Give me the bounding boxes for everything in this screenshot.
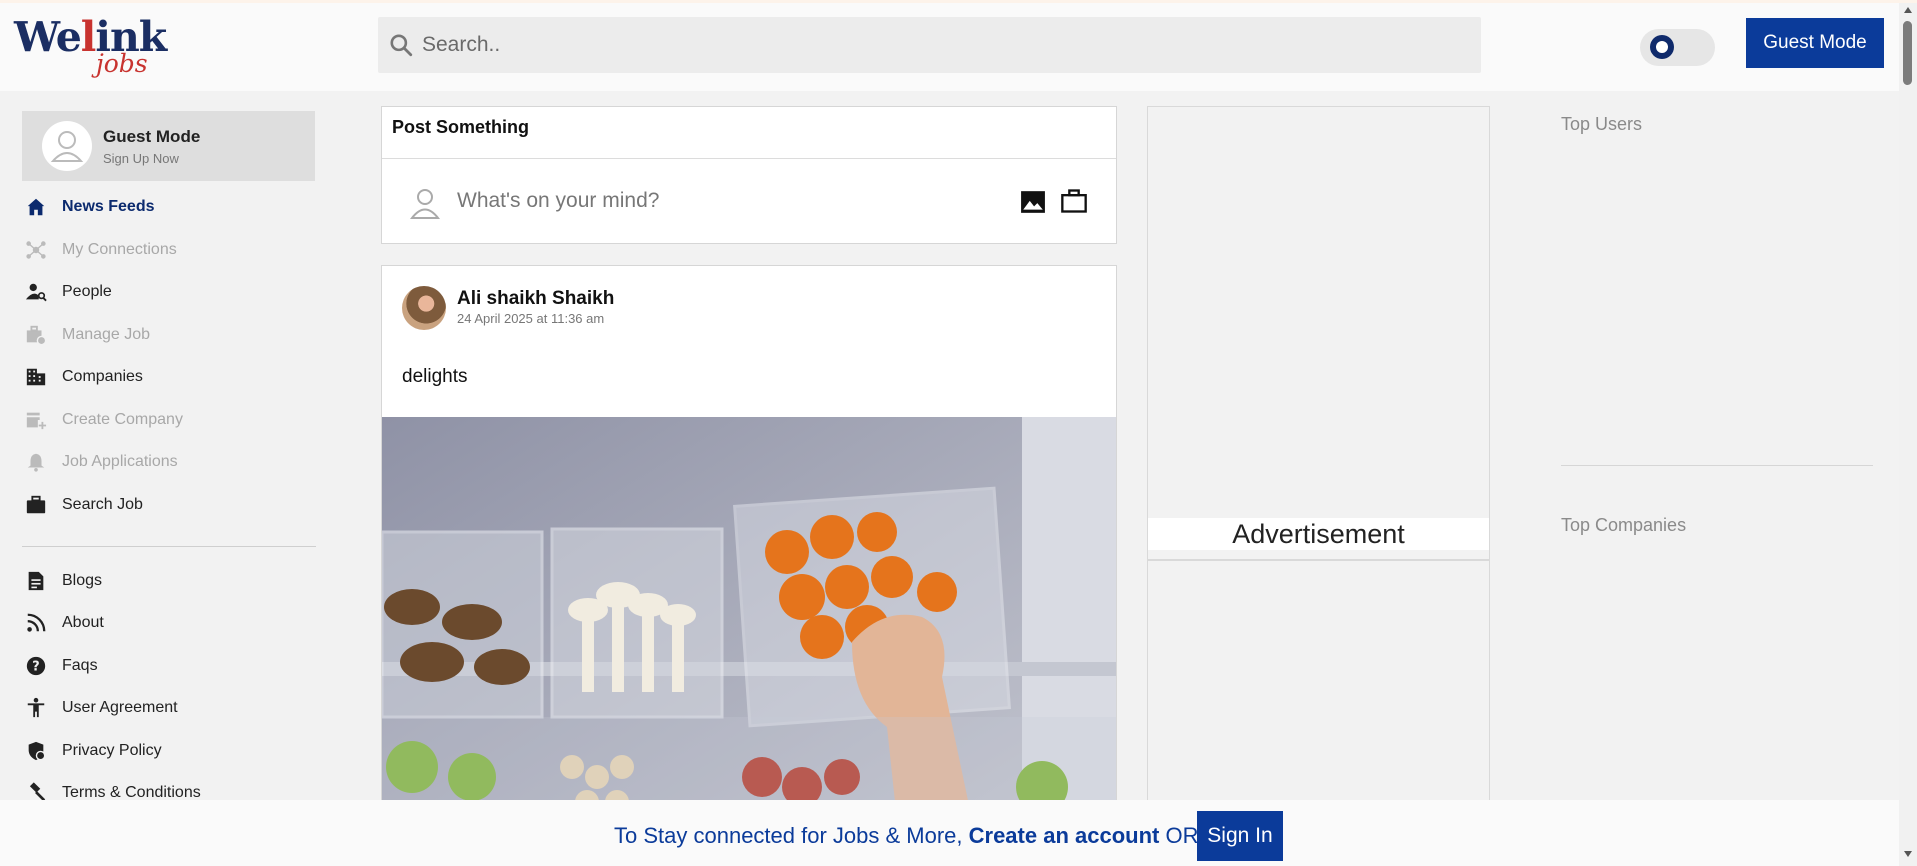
briefcase-icon — [24, 493, 48, 517]
bell-icon — [24, 450, 48, 474]
svg-text:?: ? — [32, 660, 39, 675]
advertisement-panel[interactable]: Advertisement — [1147, 106, 1490, 866]
avatar — [42, 121, 92, 171]
sidebar-link-label: About — [62, 614, 104, 631]
post-text: delights — [402, 366, 468, 387]
sidebar-link-label: User Agreement — [62, 699, 178, 716]
sidebar-link-faqs[interactable]: ? Faqs — [22, 649, 316, 683]
add-business-icon — [24, 408, 48, 432]
search-bar[interactable]: Search.. — [378, 17, 1481, 73]
advertisement-label: Advertisement — [1148, 518, 1489, 550]
right-column-divider — [1561, 465, 1873, 466]
page-scrollbar[interactable] — [1899, 3, 1917, 866]
sidebar-item-search-job[interactable]: Search Job — [22, 488, 316, 522]
signup-banner: To Stay connected for Jobs & More, Creat… — [0, 800, 1899, 866]
composer-title: Post Something — [392, 117, 530, 137]
sidebar-link-label: Blogs — [62, 572, 103, 589]
banner-or: OR — [1159, 823, 1199, 848]
sidebar-item-manage-job[interactable]: Manage Job — [22, 318, 316, 352]
scrollbar-thumb[interactable] — [1903, 21, 1912, 85]
sidebar-item-label: Companies — [62, 368, 143, 385]
create-account-link[interactable]: Create an account — [969, 823, 1160, 848]
shield-lock-icon — [24, 739, 48, 763]
sidebar-item-companies[interactable]: Companies — [22, 360, 316, 394]
sidebar-item-label: News Feeds — [62, 198, 155, 215]
connections-icon — [24, 238, 48, 262]
sidebar-item-label: My Connections — [62, 241, 177, 258]
building-icon — [24, 365, 48, 389]
banner-message: To Stay connected for Jobs & More, Creat… — [614, 823, 1198, 849]
user-icon — [410, 189, 440, 219]
manage-job-icon — [24, 323, 48, 347]
search-input[interactable]: Search.. — [422, 33, 500, 57]
profile-card[interactable]: Guest Mode Sign Up Now — [22, 111, 315, 181]
banner-prefix: To Stay connected for Jobs & More, — [614, 823, 969, 848]
briefcase-icon[interactable] — [1060, 187, 1088, 215]
home-icon — [24, 195, 48, 219]
logo[interactable]: Welink jobs — [14, 13, 167, 87]
sidebar-link-label: Privacy Policy — [62, 742, 162, 759]
sidebar-item-people[interactable]: People — [22, 275, 316, 309]
header: Welink jobs Search.. Guest Mode — [0, 3, 1899, 91]
theme-toggle[interactable] — [1640, 29, 1715, 66]
user-icon — [50, 131, 84, 162]
sidebar-link-privacy-policy[interactable]: Privacy Policy — [22, 734, 316, 768]
composer-divider — [382, 158, 1116, 159]
sidebar-item-label: Create Company — [62, 411, 183, 428]
profile-name: Guest Mode — [103, 127, 201, 146]
accessibility-icon — [24, 696, 48, 720]
feed-post: Ali shaikh Shaikh 24 April 2025 at 11:36… — [381, 265, 1117, 866]
scroll-up-arrow[interactable] — [1904, 7, 1912, 13]
post-input[interactable]: What's on your mind? — [457, 189, 659, 213]
author-avatar[interactable] — [402, 286, 446, 330]
sidebar-item-label: Manage Job — [62, 326, 151, 343]
people-search-icon — [24, 280, 48, 304]
logo-sub: jobs — [96, 49, 148, 78]
sidebar-item-my-connections[interactable]: My Connections — [22, 233, 316, 267]
guest-mode-button[interactable]: Guest Mode — [1746, 18, 1884, 68]
sign-in-button[interactable]: Sign In — [1197, 811, 1283, 861]
post-composer: Post Something What's on your mind? — [381, 106, 1117, 244]
sidebar-item-label: Search Job — [62, 496, 143, 513]
top-companies-heading: Top Companies — [1561, 515, 1687, 535]
sidebar-link-user-agreement[interactable]: User Agreement — [22, 691, 316, 725]
sidebar-link-about[interactable]: About — [22, 606, 316, 640]
logo-accent-letter: l — [80, 13, 97, 61]
top-users-heading: Top Users — [1561, 114, 1643, 134]
post-author[interactable]: Ali shaikh Shaikh — [457, 288, 614, 310]
sidebar-divider — [22, 546, 316, 547]
post-date: 24 April 2025 at 11:36 am — [457, 311, 605, 326]
sidebar-link-blogs[interactable]: Blogs — [22, 564, 316, 598]
sidebar-link-label: Faqs — [62, 657, 98, 674]
help-icon: ? — [24, 654, 48, 678]
advertisement-divider — [1148, 559, 1489, 561]
sidebar-item-label: People — [62, 283, 112, 300]
toggle-knob — [1650, 35, 1674, 59]
search-icon — [390, 34, 413, 57]
sidebar-item-job-applications[interactable]: Job Applications — [22, 445, 316, 479]
rss-icon — [24, 611, 48, 635]
document-icon — [24, 569, 48, 593]
scroll-down-arrow[interactable] — [1904, 851, 1912, 857]
sidebar-item-label: Job Applications — [62, 453, 178, 470]
sidebar-item-create-company[interactable]: Create Company — [22, 403, 316, 437]
post-image[interactable] — [382, 417, 1117, 866]
sign-up-link[interactable]: Sign Up Now — [103, 151, 179, 166]
sidebar-item-news-feeds[interactable]: News Feeds — [22, 190, 316, 224]
image-icon[interactable] — [1020, 189, 1046, 215]
